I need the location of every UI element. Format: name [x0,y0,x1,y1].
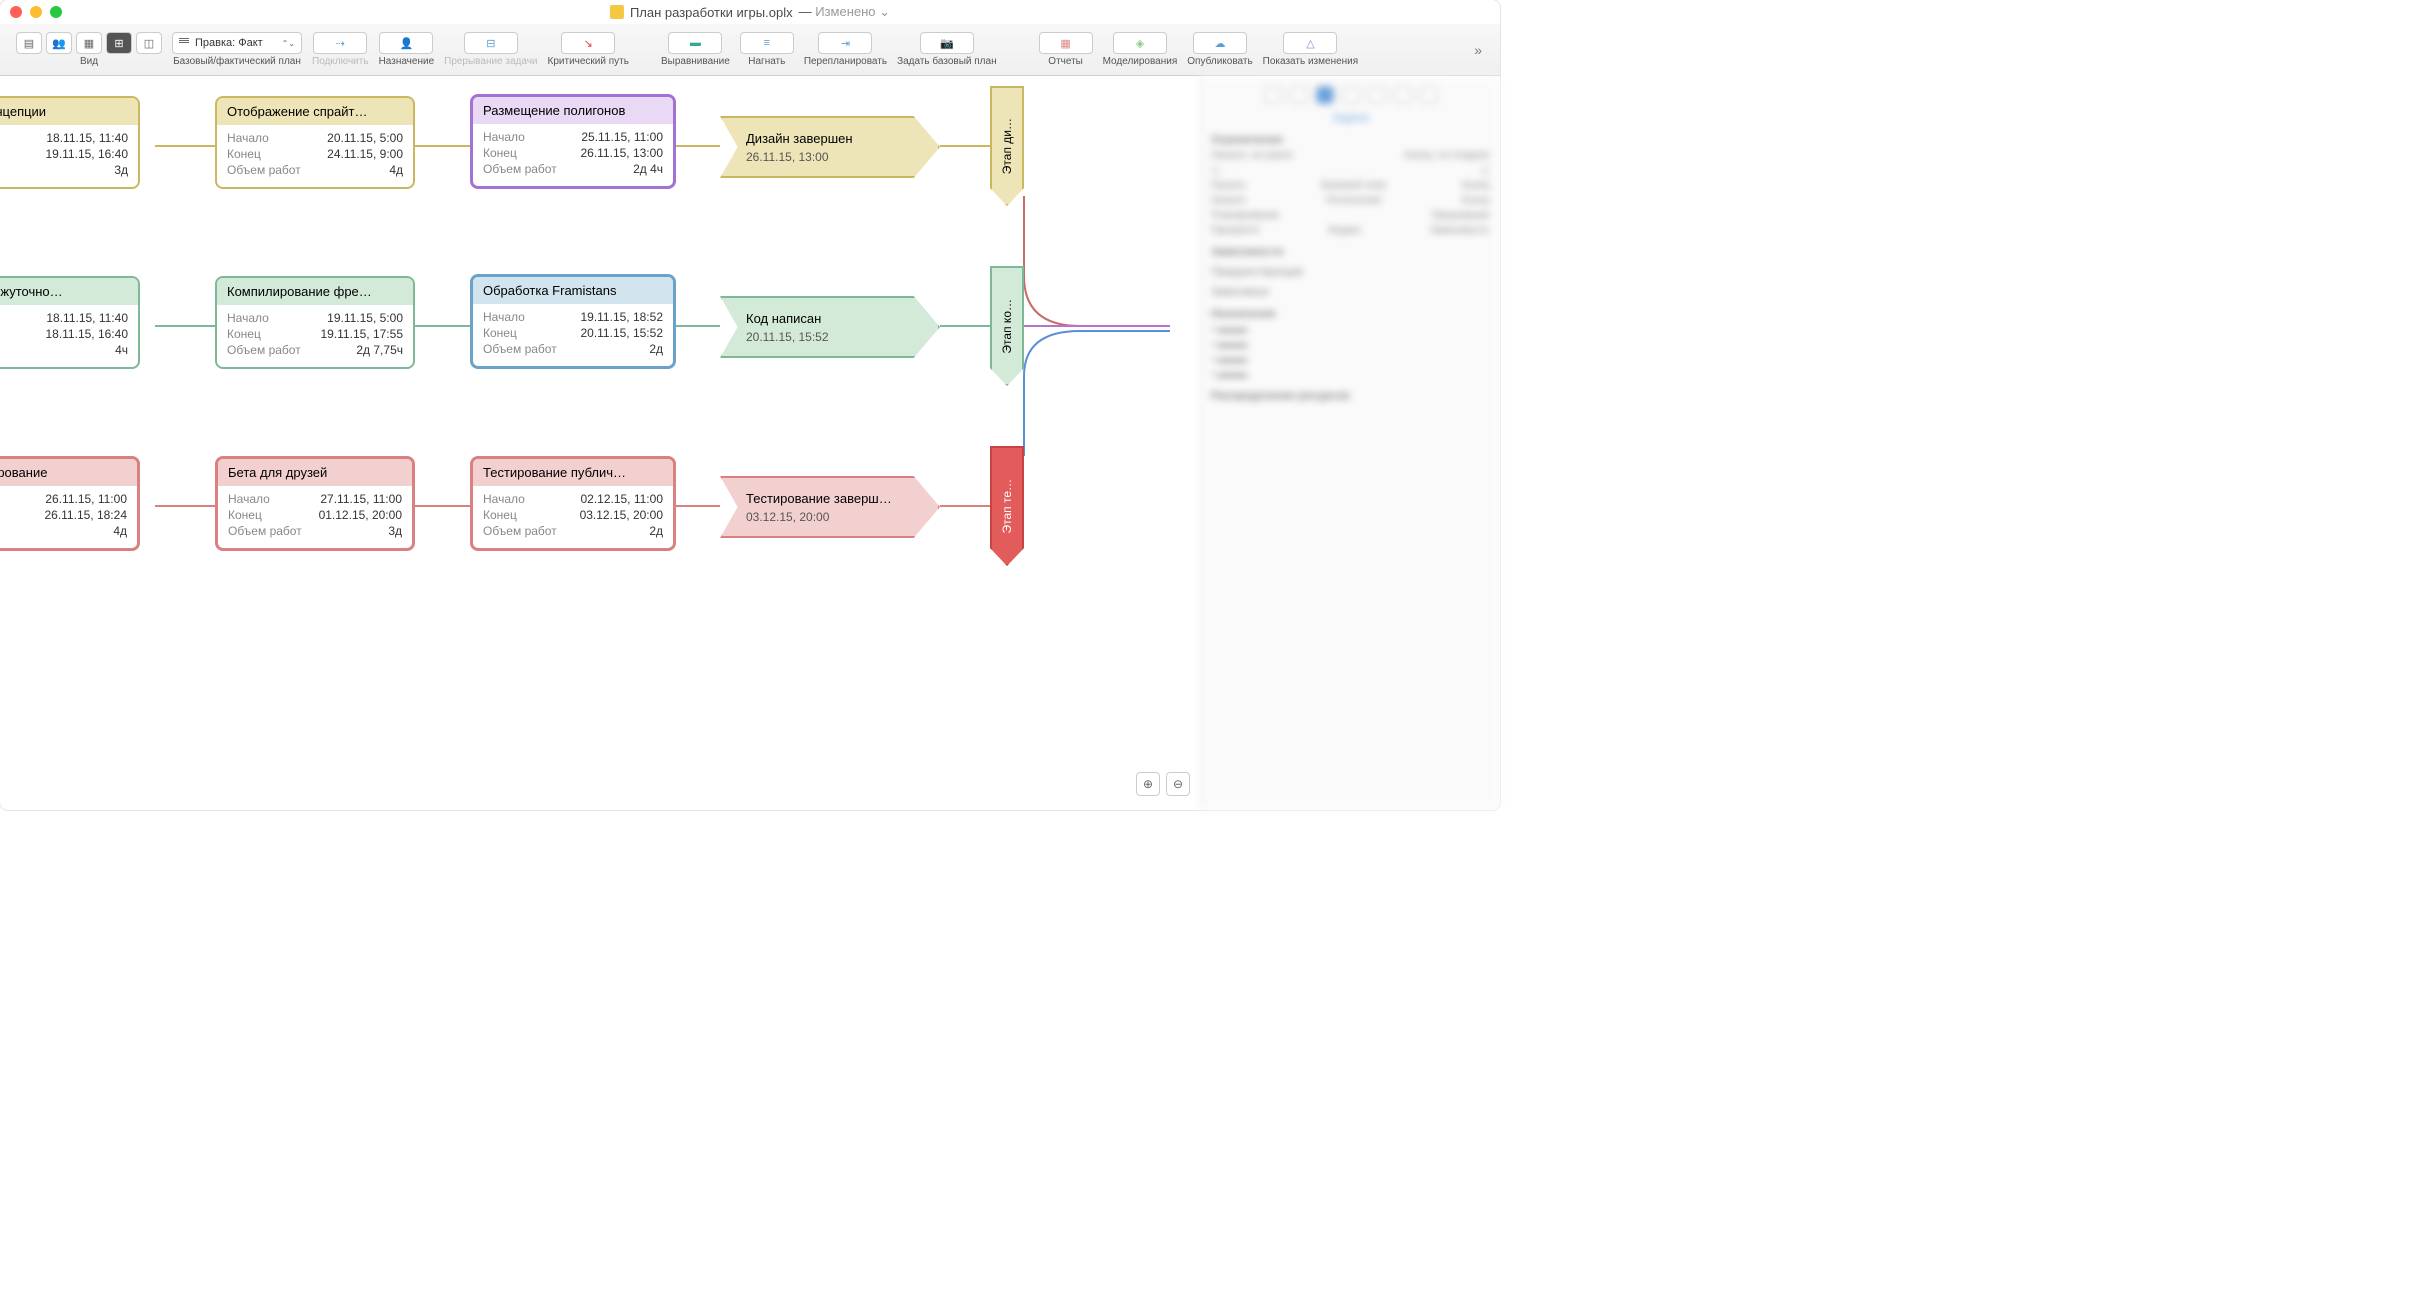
task-card-compile[interactable]: Компилирование фре… Начало19.11.15, 5:00… [215,276,415,369]
task-title: Размещение полигонов [473,97,673,124]
task-card-middleware[interactable]: р промежуточно… о18.11.15, 11:40 ц18.11.… [0,276,140,369]
baseline-label: Базовый/фактический план [173,56,301,67]
leveling-group: ▬ Выравнивание [657,32,734,67]
task-title: р промежуточно… [0,278,138,305]
critical-label: Критический путь [548,56,629,67]
changes-label: Показать изменения [1263,56,1359,67]
reports-button[interactable]: ▦ [1039,32,1093,54]
task-title: а-тестирование [0,459,137,486]
publish-group: ☁ Опубликовать [1183,32,1256,67]
changes-group: △ Показать изменения [1259,32,1363,67]
assign-button[interactable]: 👤 [379,32,433,54]
network-diagram-canvas[interactable]: оски концепции о18.11.15, 11:40 ц19.11.1… [0,76,1200,810]
task-title: Отображение спрайт… [217,98,413,125]
view-calendar-icon[interactable]: ▦ [76,32,102,54]
zoom-in-button[interactable]: ⊕ [1136,772,1160,796]
zoom-button[interactable] [50,6,62,18]
split-button[interactable]: ⊟ [464,32,518,54]
window-title: План разработки игры.oplx — Изменено ⌄ [610,4,890,20]
zoom-controls: ⊕ ⊖ [1136,772,1190,796]
simulations-group: ◈ Моделирования [1099,32,1182,67]
assign-label: Назначение [379,56,435,67]
task-card-framistans[interactable]: Обработка Framistans Начало19.11.15, 18:… [470,274,676,369]
critical-group: ↘ Критический путь [544,32,633,67]
task-card-polygon[interactable]: Размещение полигонов Начало25.11.15, 11:… [470,94,676,189]
milestone-test[interactable]: Тестирование заверш… 03.12.15, 20:00 [720,476,940,538]
task-title: Обработка Framistans [473,277,673,304]
assign-group: 👤 Назначение [375,32,439,67]
setbaseline-button[interactable]: 📷 [920,32,974,54]
reschedule-button[interactable]: ⇥ [818,32,872,54]
critical-button[interactable]: ↘ [561,32,615,54]
split-label: Прерывание задачи [444,56,537,67]
catchup-group: ≡ Нагнать [736,32,798,67]
view-label: Вид [80,56,98,67]
task-title: оски концепции [0,98,138,125]
changes-button[interactable]: △ [1283,32,1337,54]
setbaseline-group: 📷 Задать базовый план [893,32,1001,67]
title-text: План разработки игры.oplx [630,5,793,20]
reports-group: ▦ Отчеты [1035,32,1097,67]
reports-label: Отчеты [1048,56,1083,67]
view-resources-icon[interactable]: 👥 [46,32,72,54]
milestone-code[interactable]: Код написан 20.11.15, 15:52 [720,296,940,358]
inspector-panel: Задача Ограничения Начало: не ранееКонец… [1200,76,1500,810]
publish-button[interactable]: ☁ [1193,32,1247,54]
inspector-tabs[interactable] [1211,86,1490,104]
catchup-button[interactable]: ≡ [740,32,794,54]
task-card-alpha[interactable]: а-тестирование о26.11.15, 11:00 ц26.11.1… [0,456,140,551]
task-card-public[interactable]: Тестирование публич… Начало02.12.15, 11:… [470,456,676,551]
zoom-out-button[interactable]: ⊖ [1166,772,1190,796]
view-gantt-icon[interactable]: ▤ [16,32,42,54]
reschedule-label: Перепланировать [804,56,887,67]
edit-mode-dropdown[interactable]: Правка: Факт [172,32,302,54]
phase-code[interactable]: Этап ко… [990,266,1024,386]
setbaseline-label: Задать базовый план [897,56,997,67]
document-icon [610,5,624,19]
edit-dropdown-group: Правка: Факт Базовый/фактический план [168,32,306,67]
catchup-label: Нагнать [748,56,785,67]
task-title: Компилирование фре… [217,278,413,305]
close-button[interactable] [10,6,22,18]
view-network-icon[interactable]: ⊞ [106,32,132,54]
connect-group: ⇢ Подключить [308,32,373,67]
split-group: ⊟ Прерывание задачи [440,32,541,67]
view-split-icon[interactable]: ◫ [136,32,162,54]
window-controls [10,6,62,18]
task-card-sprite[interactable]: Отображение спрайт… Начало20.11.15, 5:00… [215,96,415,189]
titlebar: План разработки игры.oplx — Изменено ⌄ [0,0,1500,24]
task-title: Тестирование публич… [473,459,673,486]
list-icon [179,38,189,48]
connect-label: Подключить [312,56,369,67]
minimize-button[interactable] [30,6,42,18]
phase-design[interactable]: Этап ди… [990,86,1024,206]
task-card-beta[interactable]: Бета для друзей Начало27.11.15, 11:00 Ко… [215,456,415,551]
task-title: Бета для друзей [218,459,412,486]
simulations-button[interactable]: ◈ [1113,32,1167,54]
milestone-design[interactable]: Дизайн завершен 26.11.15, 13:00 [720,116,940,178]
simulations-label: Моделирования [1103,56,1178,67]
toolbar-overflow[interactable]: » [1468,42,1488,58]
view-group: ▤ 👥 ▦ ⊞ ◫ Вид [12,32,166,67]
toolbar: ▤ 👥 ▦ ⊞ ◫ Вид Правка: Факт Базовый/факти… [0,24,1500,76]
task-card-concept[interactable]: оски концепции о18.11.15, 11:40 ц19.11.1… [0,96,140,189]
reschedule-group: ⇥ Перепланировать [800,32,891,67]
modified-indicator: — Изменено ⌄ [799,4,890,20]
publish-label: Опубликовать [1187,56,1252,67]
leveling-button[interactable]: ▬ [668,32,722,54]
phase-test[interactable]: Этап те… [990,446,1024,566]
connect-button[interactable]: ⇢ [313,32,367,54]
leveling-label: Выравнивание [661,56,730,67]
